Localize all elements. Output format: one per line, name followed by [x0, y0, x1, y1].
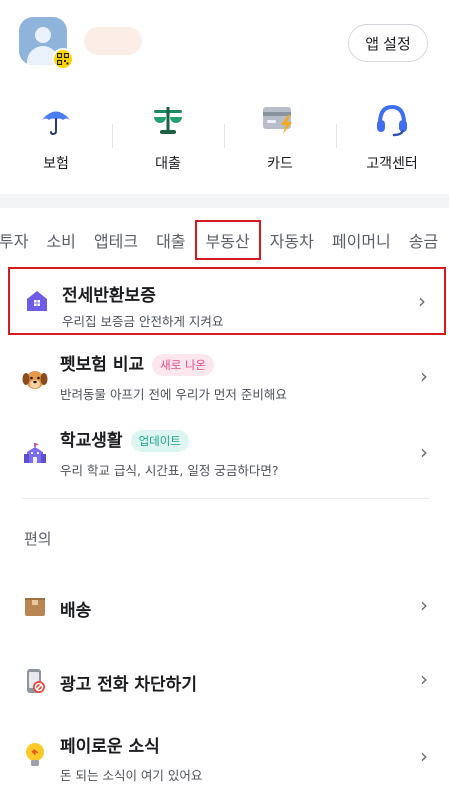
quick-menu-divider [112, 124, 113, 148]
profile-avatar[interactable] [19, 17, 74, 71]
list-item-title: 광고 전화 차단하기 [60, 675, 197, 695]
list-item-title: 학교생활 업데이트 [60, 426, 189, 452]
tab-transfer[interactable]: 송금 [400, 220, 447, 260]
list-item-pet-insurance[interactable]: 펫보험 비교 새로 나온 반려동물 아프기 전에 우리가 먼저 준비해요 › [8, 344, 446, 410]
chevron-right-icon: › [420, 364, 428, 388]
umbrella-icon [36, 100, 76, 140]
chevron-right-icon: › [420, 440, 428, 464]
list-item-delivery[interactable]: 배송 › [8, 584, 446, 630]
list-item-block-ad-calls[interactable]: 광고 전화 차단하기 › [8, 658, 446, 704]
list-item-school-life[interactable]: 학교생활 업데이트 우리 학교 급식, 시간표, 일정 궁금하다면? › [8, 420, 446, 486]
chevron-right-icon: › [420, 744, 428, 768]
quick-item-label: 카드 [267, 156, 293, 172]
headset-icon [372, 100, 412, 140]
dog-icon [22, 366, 48, 392]
list-item-title-text: 펫보험 비교 [60, 355, 145, 375]
list-item-subtitle: 우리집 보증금 안전하게 지켜요 [62, 314, 224, 329]
tab-apptech[interactable]: 앱테크 [85, 220, 147, 260]
list-item-title: 펫보험 비교 새로 나온 [60, 350, 215, 376]
qr-code-icon[interactable] [52, 48, 74, 70]
quick-item-loan[interactable]: 대출 [112, 100, 224, 180]
tab-real-estate[interactable]: 부동산 [194, 220, 261, 260]
app-settings-button[interactable]: 앱 설정 [348, 24, 428, 62]
list-item-pay-news[interactable]: 페이로운 소식 돈 되는 소식이 여기 있어요 › [8, 724, 446, 790]
chevron-right-icon: › [420, 593, 428, 617]
quick-item-label: 대출 [155, 156, 181, 172]
chevron-right-icon: › [420, 667, 428, 691]
category-tabs: 투자 소비 앱테크 대출 부동산 자동차 페이머니 송금 [0, 220, 447, 260]
tab-car[interactable]: 자동차 [261, 220, 323, 260]
tab-loan[interactable]: 대출 [147, 220, 194, 260]
user-name-blurred [84, 27, 142, 55]
scale-icon [148, 100, 188, 140]
school-icon [22, 440, 48, 466]
box-icon [22, 594, 48, 620]
quick-item-label: 고객센터 [366, 156, 418, 172]
list-item-title: 페이로운 소식 [60, 737, 160, 757]
quick-item-card[interactable]: 카드 [224, 100, 336, 180]
quick-menu: 보험 대출 카드 고객센터 [0, 100, 449, 180]
quick-menu-divider [336, 124, 337, 148]
house-icon [24, 288, 50, 314]
list-item-title: 전세반환보증 [62, 286, 156, 306]
tab-invest[interactable]: 투자 [0, 220, 37, 260]
list-item-jeonse-guarantee[interactable]: 전세반환보증 우리집 보증금 안전하게 지켜요 › [8, 267, 446, 335]
update-badge: 업데이트 [130, 430, 189, 452]
section-title: 편의 [24, 530, 52, 548]
quick-item-customer-center[interactable]: 고객센터 [336, 100, 448, 180]
tab-pay-money[interactable]: 페이머니 [323, 220, 400, 260]
phone-block-icon [22, 668, 48, 694]
tab-spending[interactable]: 소비 [37, 220, 84, 260]
quick-menu-divider [224, 124, 225, 148]
divider [22, 498, 430, 499]
quick-item-insurance[interactable]: 보험 [0, 100, 112, 180]
list-item-subtitle: 우리 학교 급식, 시간표, 일정 궁금하다면? [60, 463, 279, 478]
bulb-icon [22, 742, 48, 768]
section-divider-band [0, 194, 449, 208]
card-icon [260, 100, 300, 140]
list-item-title-text: 학교생활 [60, 431, 123, 451]
list-item-subtitle: 반려동물 아프기 전에 우리가 먼저 준비해요 [60, 387, 287, 402]
list-item-subtitle: 돈 되는 소식이 여기 있어요 [60, 768, 203, 783]
chevron-right-icon: › [418, 289, 426, 313]
new-badge: 새로 나온 [152, 354, 215, 376]
list-item-title: 배송 [60, 601, 92, 621]
quick-item-label: 보험 [43, 156, 69, 172]
